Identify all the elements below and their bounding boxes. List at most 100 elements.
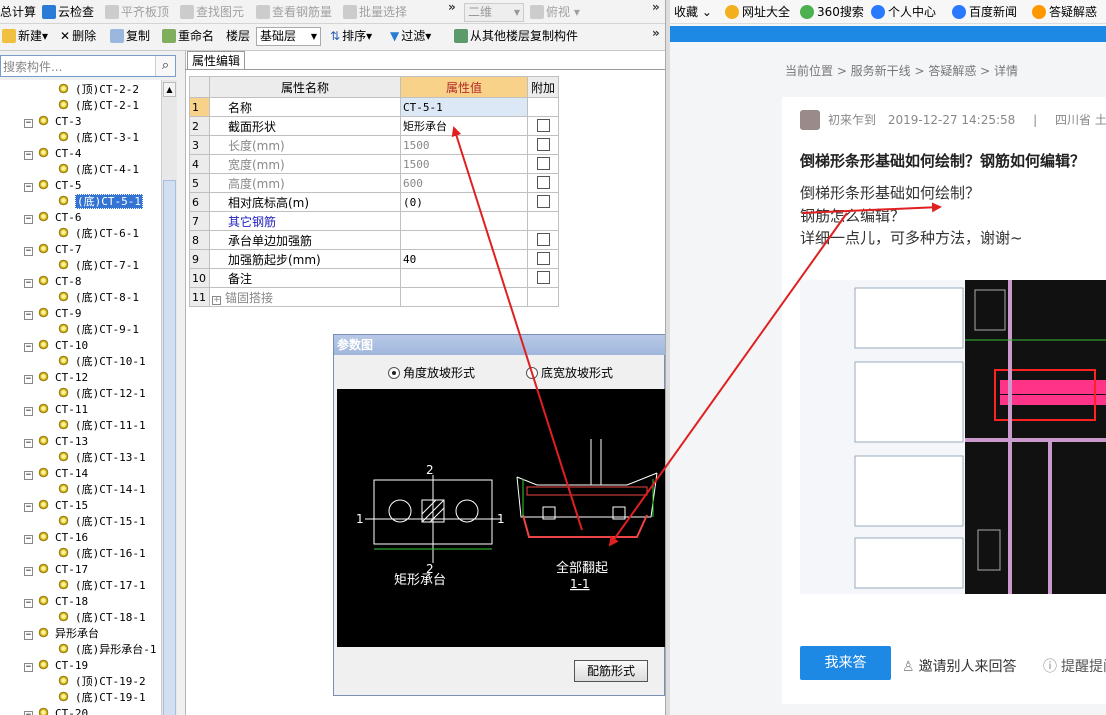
tree-item[interactable]: (底)CT-4-1 [58, 162, 139, 178]
collapse-icon[interactable]: − [24, 471, 33, 480]
find-element-button[interactable]: 查找图元 [180, 3, 244, 21]
property-value[interactable] [400, 268, 528, 288]
tree-item[interactable]: (底)CT-18-1 [58, 610, 146, 626]
tree-group[interactable]: − CT-12 [24, 370, 88, 386]
property-row[interactable]: 1 名称 CT-5-1 [189, 97, 559, 117]
property-value[interactable]: 1500 [400, 135, 528, 155]
property-value[interactable]: (0) [400, 192, 528, 212]
tree-group[interactable]: − CT-5 [24, 178, 82, 194]
extra-checkbox[interactable] [536, 157, 550, 170]
tree-item[interactable]: (底)CT-5-1 [58, 194, 143, 210]
collapse-icon[interactable]: − [24, 599, 33, 608]
bookmark-personal[interactable]: 个人中心 [871, 3, 936, 21]
tree-item[interactable]: (底)CT-17-1 [58, 578, 146, 594]
batch-select-button[interactable]: 批量选择 [343, 3, 407, 21]
collapse-icon[interactable]: − [24, 503, 33, 512]
collapse-icon[interactable]: − [24, 183, 33, 192]
search-icon[interactable]: ⌕ [155, 56, 175, 76]
property-row[interactable]: 10 备注 [189, 268, 559, 288]
extra-checkbox[interactable] [536, 195, 550, 208]
property-row[interactable]: 8 承台单边加强筋 [189, 230, 559, 250]
property-value[interactable] [400, 211, 528, 231]
component-search-input[interactable]: 搜索构件... [0, 55, 176, 77]
remind-link[interactable]: ⓘ提醒提问者 [1043, 656, 1106, 676]
tree-group[interactable]: − 异形承台 [24, 626, 99, 642]
tree-group[interactable]: − CT-18 [24, 594, 88, 610]
property-row[interactable]: 3 长度(mm) 1500 [189, 135, 559, 155]
tree-group[interactable]: − CT-11 [24, 402, 88, 418]
filter-button[interactable]: ▼ 过滤▾ [390, 27, 431, 45]
tree-group[interactable]: − CT-14 [24, 466, 88, 482]
tree-scrollbar[interactable]: ▲ [162, 80, 177, 715]
copy-from-floor-button[interactable]: 从其他楼层复制构件 [454, 27, 578, 45]
extra-checkbox[interactable] [536, 119, 550, 132]
rename-button[interactable]: 重命名 [162, 27, 214, 45]
calc-all-button[interactable]: 总计算 [0, 3, 36, 21]
extra-checkbox[interactable] [536, 271, 550, 284]
tree-item[interactable]: (底)CT-10-1 [58, 354, 146, 370]
bookmark-qa[interactable]: 答疑解惑 [1032, 3, 1097, 21]
tree-item[interactable]: (底)CT-11-1 [58, 418, 146, 434]
property-value[interactable] [400, 230, 528, 250]
collapse-icon[interactable]: − [24, 247, 33, 256]
tree-group[interactable]: − CT-16 [24, 530, 88, 546]
tree-item[interactable]: (底)CT-7-1 [58, 258, 139, 274]
tree-group[interactable]: − CT-17 [24, 562, 88, 578]
tree-item[interactable]: (顶)CT-19-2 [58, 674, 146, 690]
tree-group[interactable]: − CT-9 [24, 306, 82, 322]
view-2d-combo[interactable]: 二维 ▼ [464, 3, 524, 22]
collapse-icon[interactable]: − [24, 567, 33, 576]
view-rebar-button[interactable]: 查看钢筋量 [256, 3, 332, 21]
property-row[interactable]: 7 其它钢筋 [189, 211, 559, 231]
bookmark-favorites[interactable]: 收藏 ⌄ [674, 3, 712, 21]
align-slab-top-button[interactable]: 平齐板顶 [105, 3, 169, 21]
tree-item[interactable]: (底)CT-16-1 [58, 546, 146, 562]
property-value[interactable]: 40 [400, 249, 528, 269]
scroll-thumb[interactable] [163, 180, 176, 715]
tab-property-edit[interactable]: 属性编辑 [187, 51, 245, 70]
tree-item[interactable]: (底)CT-15-1 [58, 514, 146, 530]
property-row[interactable]: 9 加强筋起步(mm) 40 [189, 249, 559, 269]
property-value[interactable]: 600 [400, 173, 528, 193]
scroll-up-icon[interactable]: ▲ [163, 82, 176, 97]
bookmark-nav[interactable]: 网址大全 [725, 3, 790, 21]
property-row[interactable]: 4 宽度(mm) 1500 [189, 154, 559, 174]
tree-group[interactable]: − CT-13 [24, 434, 88, 450]
copy-button[interactable]: 复制 [110, 27, 150, 45]
tree-item[interactable]: (底)CT-13-1 [58, 450, 146, 466]
toolbar-overflow-icon[interactable]: » [448, 0, 456, 14]
expand-icon[interactable]: + [212, 295, 221, 305]
collapse-icon[interactable]: − [24, 535, 33, 544]
property-row[interactable]: 5 高度(mm) 600 [189, 173, 559, 193]
tree-item[interactable]: (底)CT-19-1 [58, 690, 146, 706]
tree-item[interactable]: (底)CT-2-1 [58, 98, 139, 114]
tree-item[interactable]: (底)CT-9-1 [58, 322, 139, 338]
radio-angle-slope[interactable]: 角度放坡形式 [388, 364, 475, 381]
collapse-icon[interactable]: − [24, 439, 33, 448]
property-value[interactable] [400, 287, 528, 307]
floor-select[interactable]: 基础层 ▼ [256, 27, 321, 46]
answer-button[interactable]: 我来答 [800, 646, 891, 680]
avatar[interactable] [800, 110, 820, 130]
property-row[interactable]: 2 截面形状 矩形承台 [189, 116, 559, 136]
cloud-check-button[interactable]: 云检查 [42, 3, 94, 21]
question-attachment-image[interactable] [800, 280, 1106, 594]
bookmark-baidu-news[interactable]: 百度新闻 [952, 3, 1017, 21]
collapse-icon[interactable]: − [24, 119, 33, 128]
sort-button[interactable]: ⇅ 排序▾ [330, 27, 372, 45]
collapse-icon[interactable]: − [24, 711, 33, 715]
tree-group[interactable]: − CT-8 [24, 274, 82, 290]
tree-item[interactable]: (底)CT-6-1 [58, 226, 139, 242]
tree-item[interactable]: (底)CT-8-1 [58, 290, 139, 306]
rebar-form-button[interactable]: 配筋形式 [574, 660, 648, 682]
tree-item[interactable]: (底)CT-3-1 [58, 130, 139, 146]
tree-group[interactable]: − CT-20 [24, 706, 88, 715]
collapse-icon[interactable]: − [24, 631, 33, 640]
collapse-icon[interactable]: − [24, 311, 33, 320]
tree-item[interactable]: (底)异形承台-1 [58, 642, 157, 658]
tree-group[interactable]: − CT-3 [24, 114, 82, 130]
tree-item[interactable]: (底)CT-14-1 [58, 482, 146, 498]
invite-answer-link[interactable]: ♙ 邀请别人来回答 [902, 656, 1017, 676]
tree-group[interactable]: − CT-10 [24, 338, 88, 354]
tree-group[interactable]: − CT-19 [24, 658, 88, 674]
